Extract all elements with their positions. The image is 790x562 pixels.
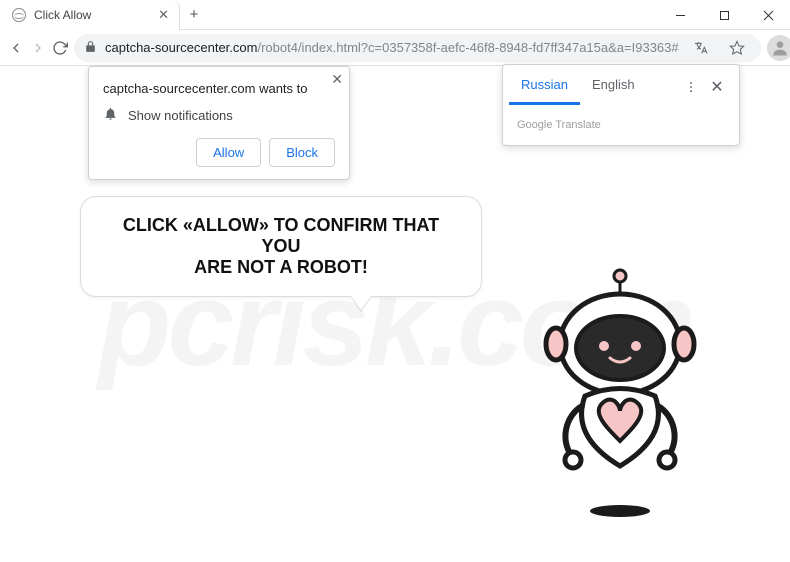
forward-button[interactable]	[30, 34, 46, 62]
translate-popup: Russian English ✕ Google Translate	[502, 64, 740, 146]
block-button[interactable]: Block	[269, 138, 335, 167]
back-button[interactable]	[8, 34, 24, 62]
notification-permission-text: Show notifications	[128, 108, 233, 123]
bookmark-star-icon[interactable]	[723, 34, 751, 62]
url-text: captcha-sourcecenter.com/robot4/index.ht…	[105, 40, 679, 55]
toolbar: captcha-sourcecenter.com/robot4/index.ht…	[0, 30, 790, 66]
minimize-button[interactable]	[658, 0, 702, 30]
new-tab-button[interactable]: +	[180, 0, 208, 28]
speech-bubble: CLICK «ALLOW» TO CONFIRM THAT YOU ARE NO…	[80, 196, 482, 297]
bell-icon	[103, 106, 118, 124]
close-window-button[interactable]	[746, 0, 790, 30]
address-bar[interactable]: captcha-sourcecenter.com/robot4/index.ht…	[74, 34, 761, 62]
bubble-line-2: ARE NOT A ROBOT!	[103, 257, 459, 278]
lock-icon	[84, 40, 97, 56]
browser-tab[interactable]: Click Allow ✕	[0, 0, 180, 30]
notification-site-text: captcha-sourcecenter.com wants to	[103, 81, 335, 96]
translate-icon[interactable]	[687, 34, 715, 62]
close-icon[interactable]: ✕	[331, 71, 343, 88]
tab-title: Click Allow	[34, 8, 150, 22]
maximize-button[interactable]	[702, 0, 746, 30]
translate-tab-russian[interactable]: Russian	[509, 69, 580, 105]
translate-close-icon[interactable]: ✕	[705, 75, 729, 99]
bubble-line-1: CLICK «ALLOW» TO CONFIRM THAT YOU	[103, 215, 459, 257]
toolbar-right	[767, 34, 790, 62]
close-tab-icon[interactable]: ✕	[158, 7, 169, 23]
translate-menu-icon[interactable]	[679, 75, 703, 99]
titlebar: Click Allow ✕ +	[0, 0, 790, 30]
globe-icon	[12, 8, 26, 22]
notification-prompt: ✕ captcha-sourcecenter.com wants to Show…	[88, 66, 350, 180]
profile-avatar[interactable]	[767, 35, 790, 61]
translate-brand: Google Translate	[503, 105, 739, 145]
robot-illustration	[510, 266, 730, 546]
window-controls	[658, 0, 790, 30]
page-content: pcrisk.com ✕ captcha-sourcecenter.com wa…	[0, 66, 790, 562]
translate-tab-english[interactable]: English	[580, 69, 647, 105]
allow-button[interactable]: Allow	[196, 138, 261, 167]
reload-button[interactable]	[52, 34, 68, 62]
